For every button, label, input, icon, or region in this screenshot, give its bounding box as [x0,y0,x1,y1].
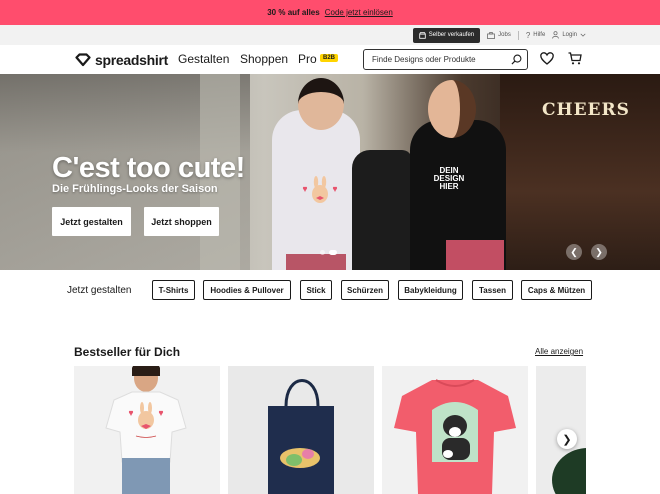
bestseller-title: Bestseller für Dich [74,345,181,359]
product-image-tote-bag [268,379,334,494]
chip-caps[interactable]: Caps & Mützen [521,280,592,300]
nav-link-pro[interactable]: Pro [298,52,317,66]
chevron-right-icon: ❯ [562,433,572,446]
login-link[interactable]: Login [552,31,586,39]
carousel-dots [320,250,337,255]
product-card[interactable] [74,366,220,494]
hero-design-button[interactable]: Jetzt gestalten [52,207,131,236]
jobs-link[interactable]: Jobs [487,31,511,39]
model-left-head [298,78,344,130]
model-jacket [352,150,412,270]
hero-subtitle: Die Frühlings-Looks der Saison [52,183,218,195]
chip-babykleidung[interactable]: Babykleidung [398,280,463,300]
product-image-pink-tshirt [394,379,516,494]
promo-text: 30 % auf alles [267,8,320,17]
sell-button[interactable]: Selber verkaufen [412,27,481,43]
search-input[interactable] [372,55,507,64]
search-icon[interactable] [511,54,522,65]
product-image-white-tshirt [105,366,187,494]
login-label: Login [562,32,577,38]
model-left-skirt [286,254,346,270]
bestseller-next-button[interactable]: ❯ [557,429,577,449]
help-label: Hilfe [533,32,546,38]
promo-bar: 30 % auf alles Code jetzt einlösen [0,0,660,25]
logo-text: spreadshirt [95,52,168,68]
product-card[interactable] [382,366,528,494]
model-right-head [428,80,476,138]
model-right-skirt [446,240,504,270]
carousel-prev-button[interactable]: ❮ [566,244,582,260]
logo-icon [75,53,91,67]
chip-hoodies[interactable]: Hoodies & Pullover [203,280,291,300]
search-box [363,49,528,70]
cheers-sign: CHEERS [542,100,630,120]
carousel-next-button[interactable]: ❯ [591,244,607,260]
hero-shop-button[interactable]: Jetzt shoppen [144,207,219,236]
nav-link-gestalten[interactable]: Gestalten [178,52,229,66]
question-icon: ? [525,30,531,40]
chevron-left-icon: ❮ [570,246,578,257]
chevron-down-icon [580,33,586,37]
user-icon [552,31,560,39]
divider [517,30,519,40]
help-link[interactable]: ? Hilfe [526,31,545,40]
briefcase-icon [487,31,495,39]
see-all-link[interactable]: Alle anzeigen [535,347,583,356]
carousel-dot-1[interactable] [320,250,325,255]
promo-code-link[interactable]: Code jetzt einlösen [325,8,393,17]
cart-icon[interactable] [568,52,582,65]
tee-design-text: DEIN DESIGN HIER [433,166,465,191]
bunny-print-icon [302,176,338,203]
chip-stick[interactable]: Stick [300,280,332,300]
nav-link-shoppen[interactable]: Shoppen [240,52,288,66]
logo[interactable]: spreadshirt [75,52,168,68]
jobs-label: Jobs [498,32,511,38]
b2b-badge: B2B [320,54,339,62]
utility-bar: Selber verkaufen Jobs ? Hilfe Login [0,25,660,45]
chip-schuerzen[interactable]: Schürzen [341,280,389,300]
carousel-dot-2[interactable] [329,250,337,255]
chip-t-shirts[interactable]: T-Shirts [152,280,195,300]
hero-title: C'est too cute! [52,152,245,184]
product-card[interactable] [228,366,374,494]
chip-tassen[interactable]: Tassen [472,280,513,300]
category-label: Jetzt gestalten [67,285,132,296]
sell-button-label: Selber verkaufen [428,32,475,38]
store-icon [419,31,426,39]
chevron-right-icon: ❯ [595,246,603,257]
heart-icon[interactable] [540,52,554,65]
